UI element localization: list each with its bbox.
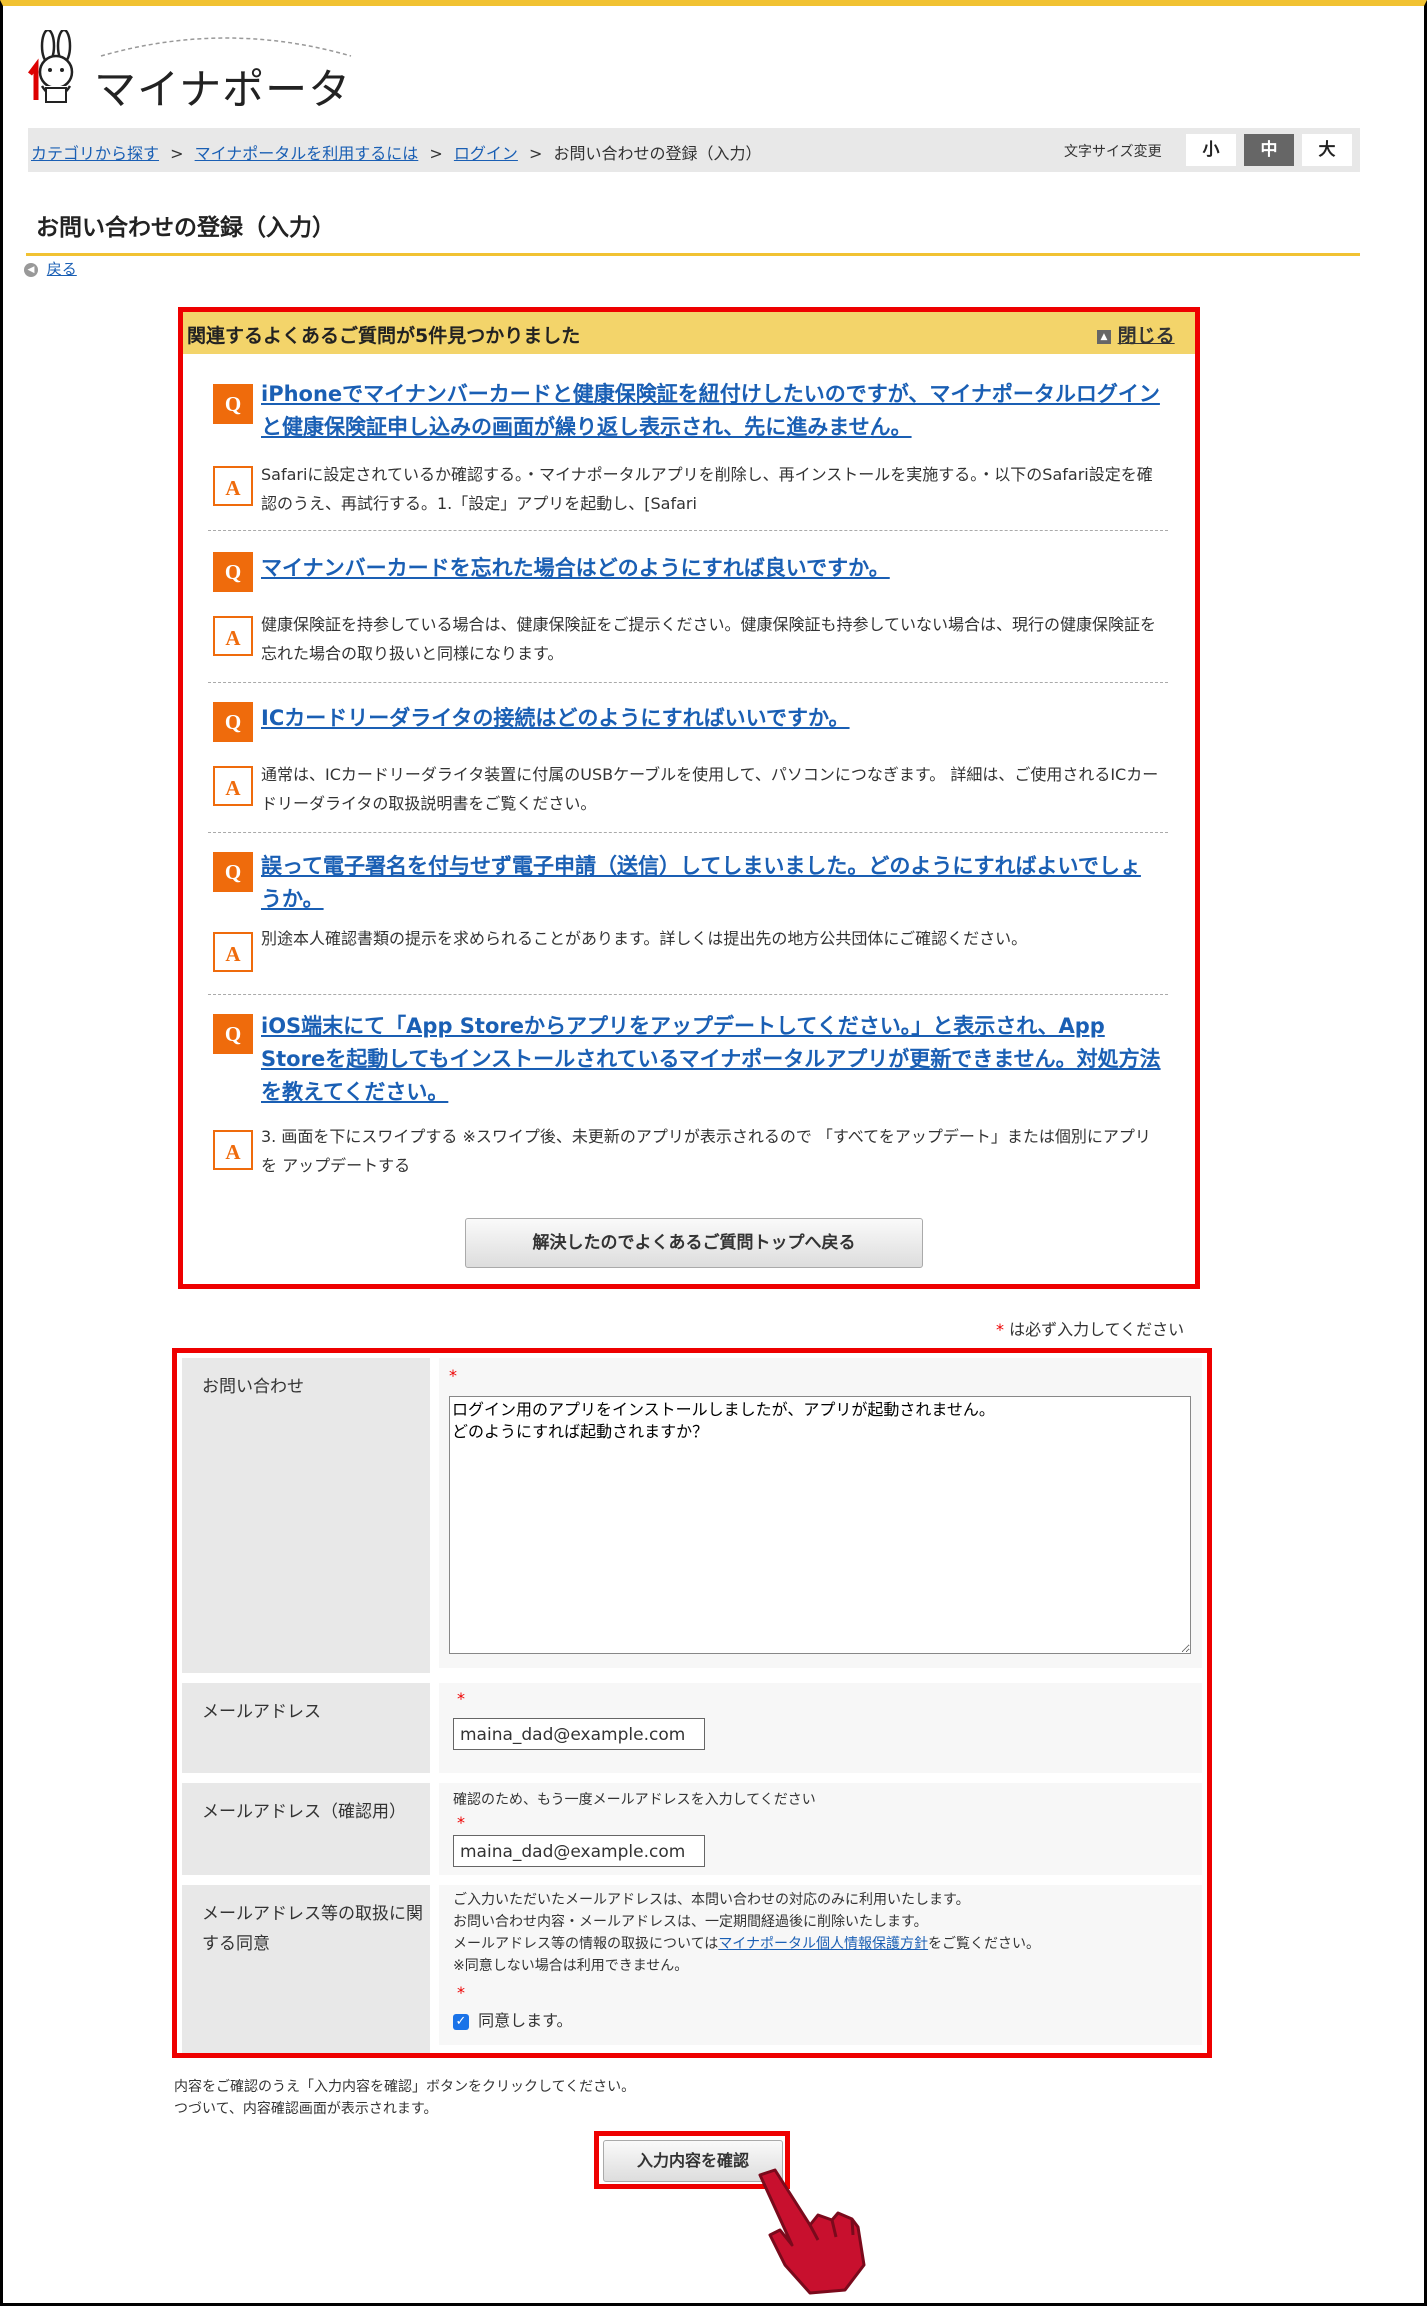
collapse-icon: ▲ (1097, 329, 1111, 344)
breadcrumb-link-login[interactable]: ログイン (454, 144, 518, 163)
faq-answer-text: 通常は、ICカードリーダライタ装置に付属のUSBケーブルを使用して、パソコンにつ… (261, 765, 1159, 813)
breadcrumb-separator: > (170, 144, 184, 163)
required-mark: * (449, 1366, 457, 1385)
email-confirm-input[interactable]: maina_dad@example.com (453, 1835, 705, 1867)
faq-close-button[interactable]: ▲ 閉じる (1097, 321, 1175, 348)
question-badge: Q (213, 1014, 253, 1054)
font-size-small-button[interactable]: 小 (1186, 134, 1236, 166)
consent-line3-pre: メールアドレス等の情報の取扱については (453, 1936, 719, 1952)
inquiry-field: * (439, 1358, 1202, 1668)
answer-badge: A (213, 616, 253, 656)
required-note-text: は必ず入力してください (1009, 1320, 1185, 1339)
required-note: * は必ず入力してください (996, 1316, 1184, 1340)
consent-line4: ※同意しない場合は利用できません。 (453, 1958, 689, 1974)
logo-arc-icon (100, 37, 352, 57)
instruction-line2: つづいて、内容確認画面が表示されます。 (174, 2101, 438, 2117)
email-confirm-note: 確認のため、もう一度メールアドレスを入力してください (453, 1792, 816, 1808)
faq-question-link[interactable]: iOS端末にて「App Storeからアプリをアップデートしてください。」と表示… (261, 1010, 1161, 1109)
faq-divider (208, 994, 1168, 995)
consent-label: メールアドレス等の取扱に関する同意 (182, 1885, 430, 2053)
email-field-wrapper: * maina_dad@example.com (439, 1683, 1202, 1773)
consent-line3-post: をご覧ください。 (928, 1936, 1041, 1952)
inquiry-form: お問い合わせ * メールアドレス * maina_dad@example.com… (172, 1348, 1212, 2058)
faq-answer-text: 別途本人確認書類の提示を求められることがあります。詳しくは提出先の地方公共団体に… (261, 929, 1028, 948)
answer-badge: A (213, 932, 253, 972)
breadcrumb-separator: > (429, 144, 443, 163)
breadcrumb-current: お問い合わせの登録（入力） (553, 144, 762, 163)
answer-badge: A (213, 766, 253, 806)
font-size-label: 文字サイズ変更 (1064, 144, 1162, 160)
faq-answer-text: 健康保険証を持参している場合は、健康保険証をご提示ください。健康保険証も持参して… (261, 615, 1157, 663)
back-link[interactable]: ◀ 戻る (24, 258, 77, 279)
page-title: お問い合わせの登録（入力） (36, 215, 335, 241)
answer-badge: A (213, 1130, 253, 1170)
inquiry-textarea[interactable] (449, 1396, 1191, 1654)
faq-panel-heading: 関連するよくあるご質問が5件見つかりました (187, 325, 581, 347)
question-badge: Q (213, 702, 253, 742)
email-input[interactable]: maina_dad@example.com (453, 1718, 705, 1750)
question-badge: Q (213, 852, 253, 892)
faq-question-link[interactable]: 誤って電子署名を付与せず電子申請（送信）してしまいました。どのようにすればよいで… (261, 850, 1161, 916)
faq-panel-header: 関連するよくあるご質問が5件見つかりました ▲ 閉じる (183, 312, 1195, 354)
agree-checkbox-row[interactable]: ✓ 同意します。 (453, 2007, 573, 2031)
instruction-line1: 内容をご確認のうえ「入力内容を確認」ボタンをクリックしてください。 (174, 2079, 636, 2095)
rabbit-mascot-icon (28, 30, 74, 103)
breadcrumb-link-usage[interactable]: マイナポータルを利用するには (195, 144, 419, 163)
inquiry-label: お問い合わせ (182, 1358, 430, 1673)
breadcrumb-separator: > (529, 144, 543, 163)
faq-resolved-button[interactable]: 解決したのでよくあるご質問トップへ戻る (465, 1218, 923, 1268)
faq-divider (208, 832, 1168, 833)
breadcrumb-bar: カテゴリから探す > マイナポータルを利用するには > ログイン > お問い合わ… (28, 128, 1360, 172)
faq-divider (208, 682, 1168, 683)
agree-checkbox-label: 同意します。 (478, 2011, 573, 2030)
back-arrow-icon: ◀ (24, 262, 38, 277)
pointing-hand-icon (758, 2168, 866, 2295)
question-badge: Q (213, 552, 253, 592)
email-label: メールアドレス (182, 1683, 430, 1773)
consent-line2: お問い合わせ内容・メールアドレスは、一定期間経過後に削除いたします。 (453, 1914, 928, 1930)
required-mark: * (457, 1983, 465, 2002)
font-size-large-button[interactable]: 大 (1302, 134, 1352, 166)
logo[interactable]: マイナポータル (26, 30, 376, 175)
consent-field-wrapper: ご入力いただいたメールアドレスは、本問い合わせの対応のみに利用いたします。 お問… (439, 1885, 1202, 2045)
question-badge: Q (213, 384, 253, 424)
breadcrumb: カテゴリから探す > マイナポータルを利用するには > ログイン > お問い合わ… (31, 140, 762, 164)
faq-question-link[interactable]: マイナンバーカードを忘れた場合はどのようにすれば良いですか。 (261, 552, 1161, 585)
faq-question-link[interactable]: ICカードリーダライタの接続はどのようにすればいいですか。 (261, 702, 1161, 735)
font-size-medium-button[interactable]: 中 (1244, 134, 1294, 166)
faq-question-link[interactable]: iPhoneでマイナンバーカードと健康保険証を紐付けしたいのですが、マイナポータ… (261, 378, 1161, 444)
required-mark: * (457, 1689, 465, 1708)
title-underline (26, 253, 1360, 256)
breadcrumb-link-category[interactable]: カテゴリから探す (31, 144, 159, 163)
faq-close-label: 閉じる (1117, 325, 1175, 347)
required-mark: * (996, 1320, 1004, 1339)
consent-line3: メールアドレス等の情報の取扱についてはマイナポータル個人情報保護方針をご覧くださ… (453, 1933, 1040, 1955)
related-faq-panel: 関連するよくあるご質問が5件見つかりました ▲ 閉じる Q iPhoneでマイナ… (178, 307, 1200, 1289)
back-link-label[interactable]: 戻る (47, 260, 77, 278)
email-confirm-label: メールアドレス（確認用） (182, 1783, 430, 1875)
faq-answer-text: Safariに設定されているか確認する。・マイナポータルアプリを削除し、再インス… (261, 465, 1153, 513)
privacy-policy-link[interactable]: マイナポータル個人情報保護方針 (718, 1936, 928, 1952)
answer-badge: A (213, 466, 253, 506)
required-mark: * (457, 1813, 465, 1832)
agree-checkbox[interactable]: ✓ (453, 2013, 469, 2030)
faq-answer-text: 3. 画面を下にスワイプする ※スワイプ後、未更新のアプリが表示されるので 「す… (261, 1127, 1151, 1175)
email-confirm-field-wrapper: 確認のため、もう一度メールアドレスを入力してください * maina_dad@e… (439, 1783, 1202, 1875)
faq-divider (208, 530, 1168, 531)
consent-line1: ご入力いただいたメールアドレスは、本問い合わせの対応のみに利用いたします。 (453, 1892, 970, 1908)
